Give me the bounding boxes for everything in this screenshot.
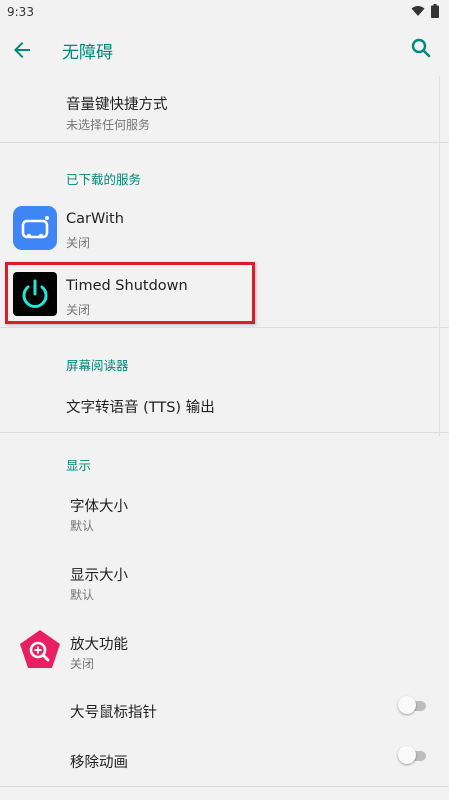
display-size-subtitle: 默认 bbox=[70, 588, 95, 602]
highlight-box bbox=[5, 262, 255, 324]
divider bbox=[0, 432, 449, 433]
font-size-subtitle: 默认 bbox=[70, 519, 95, 533]
service-item-carwith[interactable]: CarWith 关闭 bbox=[0, 196, 449, 260]
carwith-app-icon bbox=[13, 206, 57, 250]
status-bar: 9:33 bbox=[0, 0, 449, 24]
magnification-item[interactable]: 放大功能 关闭 bbox=[0, 620, 449, 684]
display-size-item[interactable]: 显示大小 默认 bbox=[0, 550, 449, 616]
toggle-thumb bbox=[398, 696, 416, 714]
magnification-subtitle: 关闭 bbox=[70, 657, 95, 671]
divider bbox=[0, 327, 449, 328]
volume-key-shortcut-item[interactable]: 音量键快捷方式 未选择任何服务 bbox=[0, 76, 449, 142]
magnification-icon bbox=[20, 630, 60, 668]
tts-output-item[interactable]: 文字转语音 (TTS) 输出 bbox=[0, 380, 449, 430]
font-size-title: 字体大小 bbox=[70, 499, 128, 515]
section-header-screen-reader: 屏幕阅读器 bbox=[66, 358, 129, 373]
section-header-downloaded: 已下载的服务 bbox=[66, 172, 142, 187]
wifi-icon bbox=[411, 6, 425, 16]
back-arrow-icon[interactable] bbox=[10, 38, 34, 62]
carwith-title: CarWith bbox=[66, 211, 124, 227]
large-pointer-item[interactable]: 大号鼠标指针 bbox=[0, 690, 449, 732]
large-pointer-title: 大号鼠标指针 bbox=[70, 705, 157, 721]
volume-key-shortcut-title: 音量键快捷方式 bbox=[66, 97, 168, 113]
divider bbox=[0, 142, 449, 143]
page-title: 无障碍 bbox=[62, 43, 113, 63]
remove-animations-toggle[interactable] bbox=[398, 746, 428, 766]
divider bbox=[0, 786, 449, 787]
app-bar: 无障碍 bbox=[0, 24, 449, 76]
remove-animations-title: 移除动画 bbox=[70, 755, 128, 771]
status-icons bbox=[411, 4, 439, 18]
display-size-title: 显示大小 bbox=[70, 568, 128, 584]
remove-animations-item[interactable]: 移除动画 bbox=[0, 740, 449, 782]
font-size-item[interactable]: 字体大小 默认 bbox=[0, 480, 449, 546]
battery-icon bbox=[431, 4, 439, 18]
magnification-title: 放大功能 bbox=[70, 637, 128, 653]
large-pointer-toggle[interactable] bbox=[398, 696, 428, 716]
status-time: 9:33 bbox=[7, 5, 34, 19]
toggle-thumb bbox=[398, 746, 416, 764]
volume-key-shortcut-subtitle: 未选择任何服务 bbox=[66, 118, 151, 132]
section-header-display: 显示 bbox=[66, 458, 92, 473]
tts-output-title: 文字转语音 (TTS) 输出 bbox=[66, 400, 215, 416]
search-icon[interactable] bbox=[409, 36, 433, 60]
carwith-status: 关闭 bbox=[66, 236, 91, 250]
